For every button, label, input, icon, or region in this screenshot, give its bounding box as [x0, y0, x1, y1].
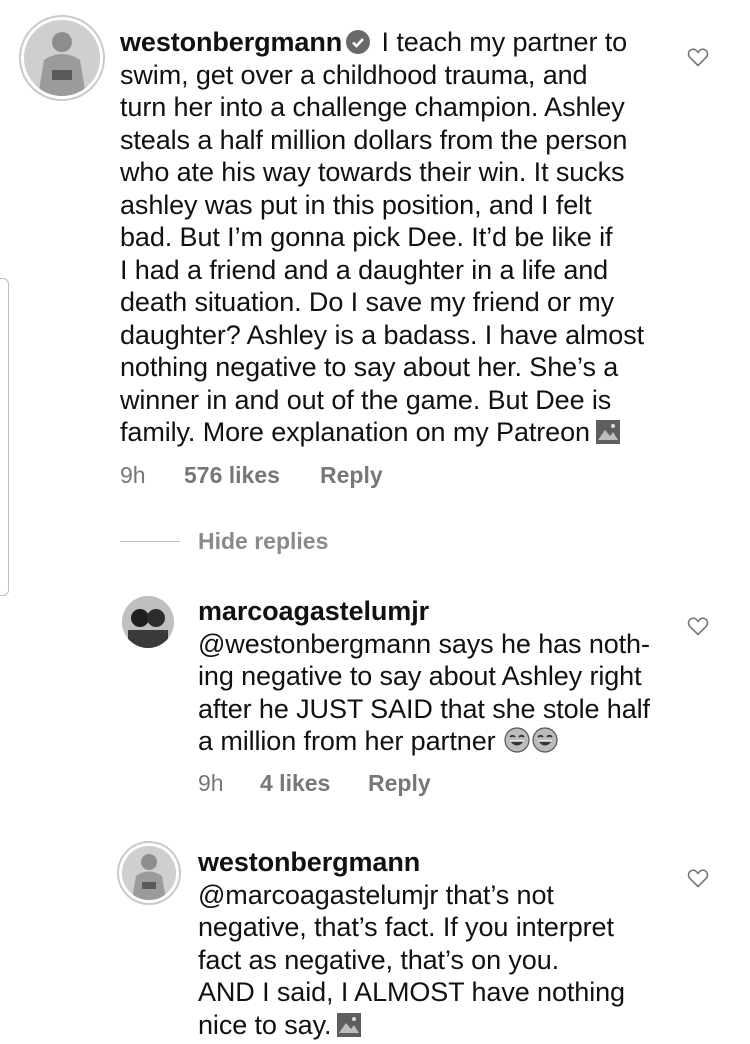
hide-replies-toggle[interactable]: Hide replies [120, 528, 328, 555]
comment-line: swim, get over a childhood trauma, and [120, 59, 588, 90]
reply-text: marcoagastelumjr @westonbergmann says he… [198, 595, 678, 758]
likes-count[interactable]: 576 likes [184, 462, 320, 489]
comment-line: ashley was put in this position, and I f… [120, 189, 592, 220]
comment-line: I teach my partner to [381, 27, 628, 57]
comment-line: nothing negative to say about her. She’s… [120, 352, 619, 382]
comment-line: nice to say. [198, 1009, 332, 1040]
heart-outline-icon[interactable] [686, 614, 710, 638]
tears-of-joy-emoji [503, 726, 531, 754]
comment-meta: 9h 576 likes Reply [120, 462, 383, 489]
heart-outline-icon[interactable] [686, 45, 710, 69]
comment-line: a million from her partner [198, 726, 496, 756]
heart-outline-icon[interactable] [686, 866, 710, 890]
comment-line: AND I said, I ALMOST have nothing [198, 977, 625, 1007]
username[interactable]: marcoagastelumjr [198, 596, 429, 626]
comment-line: fact as negative, that’s on you. [198, 944, 560, 975]
hide-replies-label: Hide replies [198, 528, 329, 554]
tears-of-joy-emoji [531, 726, 559, 754]
comment-text: westonbergmann I teach my partner to swi… [120, 26, 680, 449]
avatar[interactable] [122, 846, 176, 900]
reply-button[interactable]: Reply [368, 770, 431, 797]
avatar[interactable] [24, 20, 100, 96]
username[interactable]: westonbergmann [198, 847, 420, 877]
comment-line: @westonbergmann says he has noth- [198, 628, 650, 659]
avatar[interactable] [122, 596, 174, 648]
image-sticker-icon [337, 1012, 362, 1037]
timestamp: 9h [120, 462, 146, 488]
timestamp: 9h [198, 770, 224, 796]
comment-line: death situation. Do I save my friend or … [120, 287, 615, 317]
divider [120, 541, 180, 542]
verified-badge-icon [346, 30, 371, 54]
comment-line: who ate his way towards their win. It su… [120, 157, 625, 187]
image-sticker-icon [595, 419, 620, 444]
comment-line: @marcoagastelumjr that’s not [198, 879, 554, 910]
comment-line: bad. But I’m gonna pick Dee. It’d be lik… [120, 222, 613, 252]
comment-line: winner in and out of the game. But Dee i… [120, 384, 612, 415]
comment-line: turn her into a challenge champion. Ashl… [120, 92, 625, 122]
comment-line: ing negative to say about Ashley right [198, 661, 642, 691]
comment-line: steals a half million dollars from the p… [120, 124, 628, 155]
comment-line: negative, that’s fact. If you interpret [198, 912, 614, 942]
username[interactable]: westonbergmann [120, 27, 342, 57]
likes-count[interactable]: 4 likes [260, 770, 368, 797]
comment-line: family. More explanation on my Patreon [120, 417, 590, 447]
comment-line: daughter? Ashley is a badass. I have alm… [120, 319, 645, 350]
comment-meta: 9h 4 likes Reply [198, 770, 431, 797]
comment-line: I had a friend and a daughter in a life … [120, 254, 609, 285]
comment-line: after he JUST SAID that she stole half [198, 693, 650, 724]
reply-button[interactable]: Reply [320, 462, 383, 489]
scrollbar-edge[interactable] [0, 278, 9, 596]
reply-text: westonbergmann @marcoagastelumjr that’s … [198, 846, 678, 1041]
